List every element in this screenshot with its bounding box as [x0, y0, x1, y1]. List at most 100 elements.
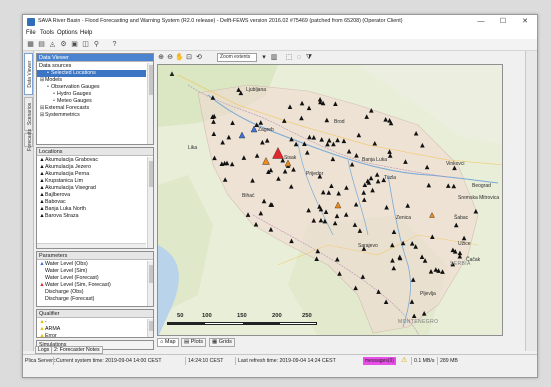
search-icon[interactable]: ⚲: [92, 41, 101, 49]
row-label: Discharge (Forecast): [45, 296, 95, 302]
tree-item[interactable]: • Observation Gauges: [37, 84, 146, 91]
zoom-select[interactable]: Zoom extents: [217, 53, 257, 62]
maximize-button[interactable]: ☐: [493, 16, 513, 28]
city-label: Brod: [334, 119, 345, 125]
parameter-item[interactable]: ▲Water Level (Sim, Forecast): [37, 282, 146, 289]
status-bar: Plica Serverc Current system time: 2019-…: [23, 354, 537, 366]
row-label: Bajlberova: [45, 192, 71, 198]
parameter-item[interactable]: ▲Discharge (Forecast): [37, 296, 146, 303]
tab-map[interactable]: ⌂ Map: [157, 338, 179, 347]
row-label: Hydro Gauges: [57, 91, 92, 97]
document-icon[interactable]: ◫: [81, 41, 90, 49]
parameter-item[interactable]: ▲Water Level (Obs): [37, 261, 146, 268]
qualifier-item[interactable]: ▲ARMA: [37, 326, 146, 333]
lasso-icon[interactable]: ◌: [295, 54, 303, 62]
tab-forecasts[interactable]: Forecasts: [24, 129, 33, 151]
tree-item[interactable]: • Meteo Gauges: [37, 98, 146, 105]
tree-item[interactable]: ⊞Systemmetrics: [37, 112, 146, 119]
tab-plots[interactable]: ▤ Plots: [181, 338, 206, 347]
parameter-item[interactable]: ▲Discharge (Obs): [37, 289, 146, 296]
table-icon[interactable]: ▤: [37, 41, 46, 49]
tab-grids[interactable]: ▦ Grids: [209, 338, 235, 347]
map-view[interactable]: Ljubljana Zagreb Lika Brod Prijedor Banj…: [157, 64, 503, 336]
tab-forecasts-label: Forecasts: [27, 129, 33, 151]
status-system-time: Current system time: 2019-09-04 14:00 CE…: [53, 357, 162, 365]
scale-bar-graphic: [167, 322, 317, 325]
location-item[interactable]: ▲Akumulacija Jezero: [37, 164, 146, 171]
location-item[interactable]: ▲Babovac: [37, 199, 146, 206]
status-speed: 0.1 MB/s: [411, 357, 434, 365]
qualifier-item[interactable]: ▲Error: [37, 333, 146, 337]
parameters-scrollbar[interactable]: [147, 261, 153, 306]
tab-map-label: Map: [164, 339, 176, 345]
city-label: Sarajevo: [358, 243, 378, 249]
location-item[interactable]: ▲Banja Luka North: [37, 206, 146, 213]
messages-badge[interactable]: messages(0): [363, 357, 396, 365]
window-title: SAVA River Basin - Flood Forecasting and…: [38, 18, 403, 24]
parameter-item[interactable]: ▲Water Level (Sim): [37, 268, 146, 275]
tree-item[interactable]: ⊞External Forecasts: [37, 105, 146, 112]
zoom-box-icon[interactable]: ⊡: [185, 54, 193, 62]
tab-logs[interactable]: Logs: [35, 346, 53, 354]
tab-data-viewer[interactable]: Data Viewer: [24, 53, 33, 95]
select-rectangle-icon[interactable]: ⬚: [285, 54, 293, 62]
city-label: Lika: [188, 145, 198, 151]
close-button[interactable]: ✕: [515, 16, 535, 28]
zoom-out-icon[interactable]: ⊖: [166, 54, 174, 62]
zoom-in-icon[interactable]: ⊕: [157, 54, 165, 62]
city-label: Vinkovci: [446, 161, 465, 167]
row-label: Models: [45, 77, 63, 83]
tree-item[interactable]: ⊞Models: [37, 77, 146, 84]
map-toolbar: ⊕ ⊖ ✋ ⊡ ⟲ Zoom extents ▾ ▥ ⬚ ◌ ⧩: [157, 53, 507, 63]
locations-scrollbar[interactable]: [147, 157, 153, 248]
pan-hand-icon[interactable]: ✋: [175, 54, 184, 62]
row-label: External Forecasts: [45, 105, 90, 111]
tree-item[interactable]: • Hydro Gauges: [37, 91, 146, 98]
tab-forecaster-notes[interactable]: 2: Forecaster Notes: [51, 346, 103, 354]
qualifier-panel: Qualifier ▲- ▲ARMA ▲Error: [36, 309, 154, 338]
row-label: Water Level (Sim): [45, 268, 88, 274]
parameter-item[interactable]: ▲Water Level (Forecast): [37, 275, 146, 282]
location-item[interactable]: ▲Bajlberova: [37, 192, 146, 199]
menu-file[interactable]: File: [26, 30, 36, 36]
tree-icon[interactable]: ⚙: [59, 41, 68, 49]
location-item[interactable]: ▲Barova Straza: [37, 213, 146, 220]
qualifier-list: ▲- ▲ARMA ▲Error: [37, 319, 146, 337]
filter-icon[interactable]: ⧩: [305, 54, 313, 62]
help-icon[interactable]: ?: [110, 41, 119, 49]
tree-item[interactable]: • Selected Locations: [37, 70, 146, 77]
data-sources-scrollbar[interactable]: [147, 63, 153, 144]
qualifier-scrollbar[interactable]: [147, 319, 153, 337]
minimize-button[interactable]: —: [471, 16, 491, 28]
warning-icon[interactable]: ⚠: [401, 357, 408, 365]
menu-tools[interactable]: Tools: [40, 30, 54, 36]
location-item[interactable]: ▲Akumulacija Grabovac: [37, 157, 146, 164]
location-item[interactable]: ▲Krupstanica Lim: [37, 178, 146, 185]
city-label: Zagreb: [258, 127, 274, 133]
menu-options[interactable]: Options: [57, 30, 78, 36]
zoom-previous-icon[interactable]: ⟲: [195, 54, 203, 62]
row-label: Water Level (Obs): [45, 261, 88, 267]
calendar-icon[interactable]: ▣: [70, 41, 79, 49]
location-item[interactable]: ▲Akumulacija Visegrad: [37, 185, 146, 192]
locations-hscrollbar[interactable]: [37, 243, 146, 248]
locations-title: Locations: [37, 148, 153, 156]
row-label: Barova Straza: [45, 213, 79, 219]
side-tab-strip: Data Viewer Scenarios Forecasts: [23, 51, 34, 351]
parameters-panel: Parameters ▲Water Level (Obs)▲Water Leve…: [36, 251, 154, 307]
right-tool-strip: [525, 51, 537, 351]
tab-data-viewer-label: Data Viewer: [27, 60, 33, 88]
location-item[interactable]: ▲Akumulacija Perna: [37, 171, 146, 178]
city-label: Ljubljana: [246, 87, 267, 93]
row-label: Babovac: [45, 199, 66, 205]
menu-help[interactable]: Help: [80, 30, 92, 36]
layer-icon[interactable]: ▥: [270, 54, 278, 62]
qualifier-item[interactable]: ▲-: [37, 319, 146, 326]
country-label-serbia: SERBIA: [450, 261, 471, 267]
scale-bar: 50 100 150 200 250: [167, 313, 327, 333]
dropdown-chevron-icon[interactable]: ▾: [260, 54, 268, 62]
chart-icon[interactable]: ◬: [48, 41, 57, 49]
row-label: Systemmetrics: [45, 112, 80, 118]
grid-icon[interactable]: ▦: [26, 41, 35, 49]
row-label: Water Level (Forecast): [45, 275, 99, 281]
